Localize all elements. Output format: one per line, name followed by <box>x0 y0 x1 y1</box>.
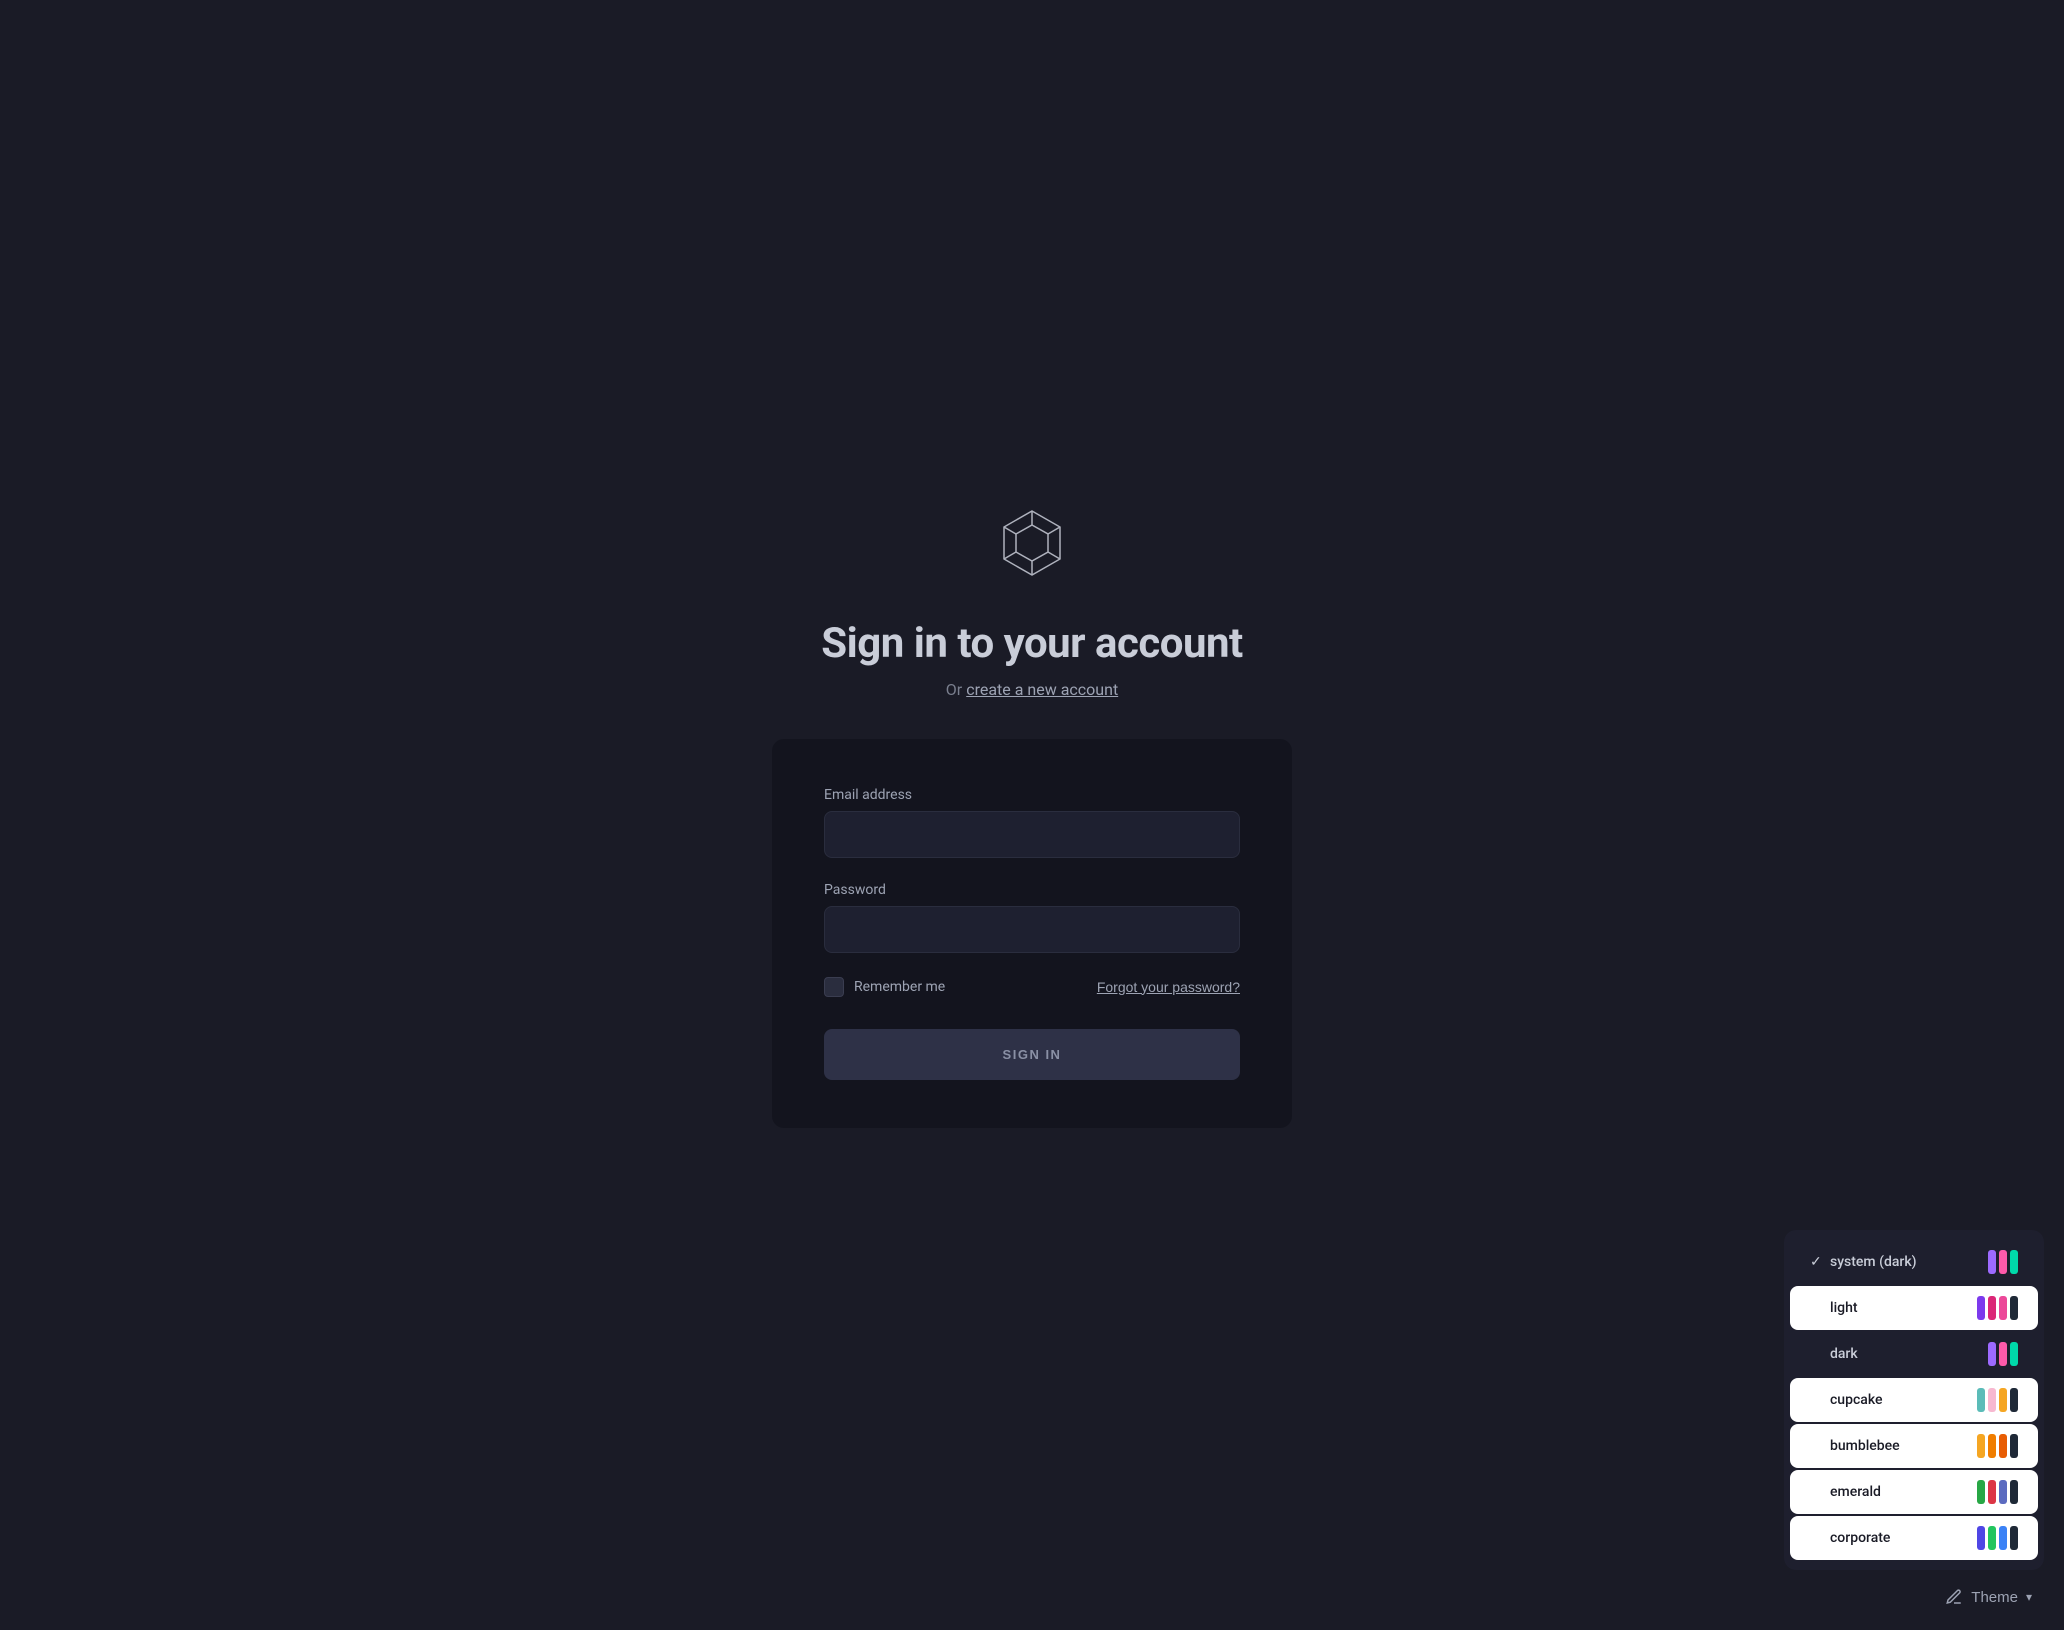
color-swatch <box>2010 1388 2018 1412</box>
email-label: Email address <box>824 787 1240 803</box>
color-swatch <box>2010 1434 2018 1458</box>
color-swatch <box>1999 1342 2007 1366</box>
email-group: Email address <box>824 787 1240 858</box>
theme-item-label: bumblebee <box>1826 1438 1977 1454</box>
color-swatch <box>1977 1434 1985 1458</box>
theme-label: Theme <box>1971 1589 2018 1606</box>
color-swatch <box>1977 1388 1985 1412</box>
theme-swatches <box>1977 1480 2018 1504</box>
color-swatch <box>1999 1296 2007 1320</box>
theme-panel: ✓system (dark) light dark cupcake bumblebee e… <box>1784 1230 2044 1570</box>
color-swatch <box>1999 1250 2007 1274</box>
theme-item-dark[interactable]: dark <box>1790 1332 2038 1376</box>
page-title: Sign in to your account <box>821 619 1242 668</box>
theme-item-label: cupcake <box>1826 1392 1977 1408</box>
color-swatch <box>1988 1388 1996 1412</box>
theme-item-label: emerald <box>1826 1484 1977 1500</box>
color-swatch <box>1977 1480 1985 1504</box>
theme-swatches <box>1977 1296 2018 1320</box>
sign-in-button[interactable]: SIGN IN <box>824 1029 1240 1080</box>
color-swatch <box>1999 1526 2007 1550</box>
color-swatch <box>2010 1342 2018 1366</box>
theme-item-bumblebee[interactable]: bumblebee <box>1790 1424 2038 1468</box>
remember-me-checkbox[interactable] <box>824 977 844 997</box>
form-options-row: Remember me Forgot your password? <box>824 977 1240 997</box>
email-input[interactable] <box>824 811 1240 858</box>
theme-item-label: system (dark) <box>1826 1254 1988 1270</box>
subtitle-prefix: Or <box>946 680 966 699</box>
chevron-down-icon: ▾ <box>2026 1590 2032 1604</box>
password-input[interactable] <box>824 906 1240 953</box>
color-swatch <box>2010 1296 2018 1320</box>
color-swatch <box>1988 1480 1996 1504</box>
theme-item-label: corporate <box>1826 1530 1977 1546</box>
subtitle: Or create a new account <box>946 680 1118 699</box>
theme-item-label: dark <box>1826 1346 1988 1362</box>
color-swatch <box>1977 1526 1985 1550</box>
color-swatch <box>1988 1296 1996 1320</box>
theme-swatches <box>1988 1342 2018 1366</box>
check-icon: ✓ <box>1810 1254 1826 1270</box>
color-swatch <box>1988 1434 1996 1458</box>
color-swatch <box>1999 1480 2007 1504</box>
color-swatch <box>1977 1296 1985 1320</box>
color-swatch <box>1999 1388 2007 1412</box>
remember-me-label[interactable]: Remember me <box>824 977 945 997</box>
theme-swatches <box>1977 1388 2018 1412</box>
remember-me-text: Remember me <box>854 979 945 995</box>
theme-item-cupcake[interactable]: cupcake <box>1790 1378 2038 1422</box>
theme-item-light[interactable]: light <box>1790 1286 2038 1330</box>
laravel-logo <box>992 503 1072 583</box>
color-swatch <box>1999 1434 2007 1458</box>
color-swatch <box>1988 1342 1996 1366</box>
theme-icon <box>1945 1588 1963 1606</box>
theme-toggle-button[interactable]: Theme ▾ <box>1933 1580 2044 1614</box>
color-swatch <box>2010 1480 2018 1504</box>
login-form-card: Email address Password Remember me Forgo… <box>772 739 1292 1128</box>
create-account-link[interactable]: create a new account <box>966 680 1118 699</box>
theme-swatches <box>1988 1250 2018 1274</box>
logo-container <box>992 503 1072 587</box>
theme-item-corporate[interactable]: corporate <box>1790 1516 2038 1560</box>
color-swatch <box>1988 1250 1996 1274</box>
forgot-password-link[interactable]: Forgot your password? <box>1097 979 1240 995</box>
theme-item-label: light <box>1826 1300 1977 1316</box>
login-page: Sign in to your account Or create a new … <box>752 463 1312 1168</box>
password-label: Password <box>824 882 1240 898</box>
theme-item-system-dark[interactable]: ✓system (dark) <box>1790 1240 2038 1284</box>
theme-item-emerald[interactable]: emerald <box>1790 1470 2038 1514</box>
color-swatch <box>2010 1526 2018 1550</box>
theme-swatches <box>1977 1434 2018 1458</box>
color-swatch <box>1988 1526 1996 1550</box>
password-group: Password <box>824 882 1240 953</box>
color-swatch <box>2010 1250 2018 1274</box>
theme-swatches <box>1977 1526 2018 1550</box>
